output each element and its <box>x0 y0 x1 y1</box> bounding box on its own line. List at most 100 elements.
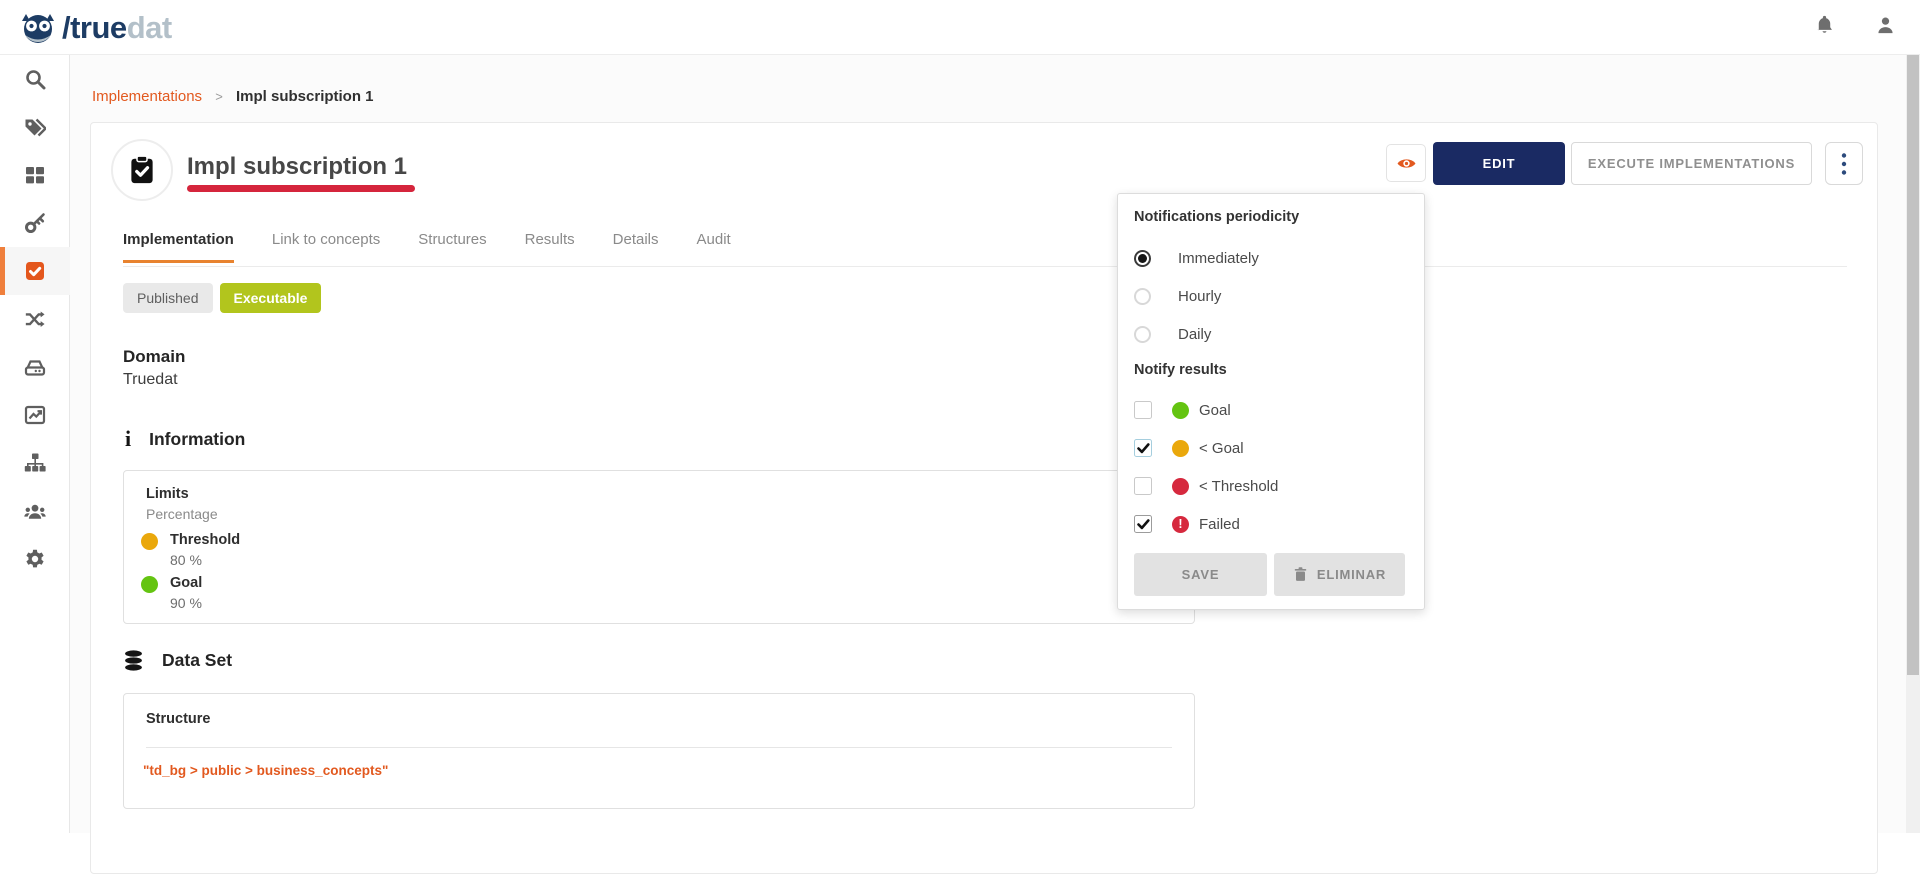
notify-results-title: Notify results <box>1134 362 1227 378</box>
sidebar <box>0 55 70 833</box>
implementation-card: Impl subscription 1 EDIT EXECUTE IMPLEME… <box>90 122 1878 874</box>
info-icon <box>125 426 131 452</box>
kebab-menu-icon <box>1841 152 1847 176</box>
truedat-logo[interactable]: /truedat <box>16 8 172 48</box>
dataset-title: Data Set <box>162 650 232 671</box>
eye-icon <box>1396 155 1417 172</box>
tab-results[interactable]: Results <box>525 231 575 263</box>
users-icon <box>24 500 46 522</box>
checkbox-checked-icon[interactable] <box>1134 515 1152 533</box>
sidebar-item-search[interactable] <box>0 55 70 103</box>
goal-value: 90 % <box>170 595 202 611</box>
sidebar-item-domains[interactable] <box>0 439 70 487</box>
domain-value: Truedat <box>123 371 178 389</box>
tab-bar: Implementation Link to concepts Structur… <box>123 231 731 263</box>
limits-title: Limits <box>146 486 189 502</box>
checkbox-lt-goal-label: < Goal <box>1199 440 1244 457</box>
radio-unselected-icon[interactable] <box>1134 288 1151 305</box>
gear-icon <box>24 548 46 570</box>
sidebar-item-systems[interactable] <box>0 343 70 391</box>
notifications-bell-icon[interactable] <box>1814 14 1835 41</box>
breadcrumb-current: Impl subscription 1 <box>236 88 374 105</box>
checkbox-row-lt-threshold[interactable]: < Threshold <box>1134 471 1278 501</box>
sidebar-item-user-groups[interactable] <box>0 487 70 535</box>
tab-link-to-concepts[interactable]: Link to concepts <box>272 231 380 263</box>
save-button[interactable]: SAVE <box>1134 553 1267 596</box>
checkbox-unchecked-icon[interactable] <box>1134 477 1152 495</box>
checkbox-row-failed[interactable]: ! Failed <box>1134 509 1240 539</box>
scrollbar-thumb[interactable] <box>1907 55 1919 675</box>
threshold-dot <box>141 533 158 550</box>
chart-line-icon <box>24 404 46 426</box>
checkbox-failed-label: Failed <box>1199 516 1240 533</box>
user-account-icon[interactable] <box>1875 14 1896 41</box>
radio-daily[interactable]: Daily <box>1134 319 1211 349</box>
lt-threshold-result-dot <box>1172 478 1189 495</box>
structure-divider <box>146 747 1172 748</box>
threshold-label: Threshold <box>170 532 240 548</box>
radio-unselected-icon[interactable] <box>1134 326 1151 343</box>
execute-implementations-button[interactable]: EXECUTE IMPLEMENTATIONS <box>1571 142 1812 185</box>
goal-dot <box>141 576 158 593</box>
information-section-heading: Information <box>125 426 245 452</box>
page-scrollbar <box>1906 55 1920 833</box>
radio-hourly-label: Hourly <box>1178 288 1221 305</box>
tags-icon <box>24 116 46 138</box>
sidebar-item-catalog[interactable] <box>0 151 70 199</box>
eliminar-button[interactable]: ELIMINAR <box>1274 553 1405 596</box>
sidebar-item-permissions[interactable] <box>0 199 70 247</box>
dataset-section-heading: Data Set <box>123 650 232 671</box>
breadcrumb-separator: > <box>215 89 223 104</box>
limits-subtitle: Percentage <box>146 506 218 522</box>
checkbox-row-lt-goal[interactable]: < Goal <box>1134 433 1244 463</box>
radio-selected-icon[interactable] <box>1134 250 1151 267</box>
radio-hourly[interactable]: Hourly <box>1134 281 1221 311</box>
hard-drive-icon <box>24 356 46 378</box>
topbar: /truedat <box>0 0 1920 55</box>
owl-logo-icon <box>16 8 60 48</box>
structure-path-link[interactable]: "td_bg > public > business_concepts" <box>143 763 388 778</box>
structure-panel: Structure "td_bg > public > business_con… <box>123 693 1195 809</box>
checkbox-row-goal[interactable]: Goal <box>1134 395 1231 425</box>
sidebar-item-settings[interactable] <box>0 535 70 583</box>
key-icon <box>24 212 46 234</box>
more-options-button[interactable] <box>1825 142 1863 185</box>
implementation-avatar <box>111 139 173 201</box>
radio-daily-label: Daily <box>1178 326 1211 343</box>
radio-immediately-label: Immediately <box>1178 250 1259 267</box>
notifications-popup: Notifications periodicity Immediately Ho… <box>1117 193 1425 610</box>
sidebar-item-dashboards[interactable] <box>0 391 70 439</box>
logo-wordmark: /truedat <box>62 10 172 46</box>
sidebar-item-lineage[interactable] <box>0 295 70 343</box>
clipboard-check-icon <box>128 155 156 185</box>
tab-audit[interactable]: Audit <box>697 231 731 263</box>
failed-exclamation-icon: ! <box>1172 516 1189 533</box>
view-eye-button[interactable] <box>1386 144 1426 182</box>
eliminar-label: ELIMINAR <box>1317 567 1386 582</box>
tab-implementation[interactable]: Implementation <box>123 231 234 263</box>
lt-goal-result-dot <box>1172 440 1189 457</box>
grid-icon <box>24 164 46 186</box>
tab-details[interactable]: Details <box>613 231 659 263</box>
status-badge-executable: Executable <box>220 283 322 313</box>
tab-structures[interactable]: Structures <box>418 231 486 263</box>
main-content: Implementations > Impl subscription 1 Im… <box>70 55 1906 833</box>
check-square-icon <box>24 260 46 282</box>
sidebar-item-tags[interactable] <box>0 103 70 151</box>
checkbox-goal-label: Goal <box>1199 402 1231 419</box>
checkbox-checked-icon[interactable] <box>1134 439 1152 457</box>
checkbox-unchecked-icon[interactable] <box>1134 401 1152 419</box>
sitemap-icon <box>24 452 46 474</box>
trash-icon <box>1293 566 1308 583</box>
breadcrumb-link-implementations[interactable]: Implementations <box>92 88 202 105</box>
tab-bar-divider <box>123 266 1847 267</box>
breadcrumb: Implementations > Impl subscription 1 <box>92 88 374 105</box>
status-badge-published: Published <box>123 283 213 313</box>
edit-button[interactable]: EDIT <box>1433 142 1565 185</box>
status-badges: Published Executable <box>123 283 321 313</box>
sidebar-item-quality[interactable] <box>0 247 70 295</box>
radio-immediately[interactable]: Immediately <box>1134 243 1259 273</box>
page-title: Impl subscription 1 <box>187 153 407 181</box>
notifications-periodicity-title: Notifications periodicity <box>1134 209 1299 225</box>
structure-box-title: Structure <box>146 711 210 727</box>
